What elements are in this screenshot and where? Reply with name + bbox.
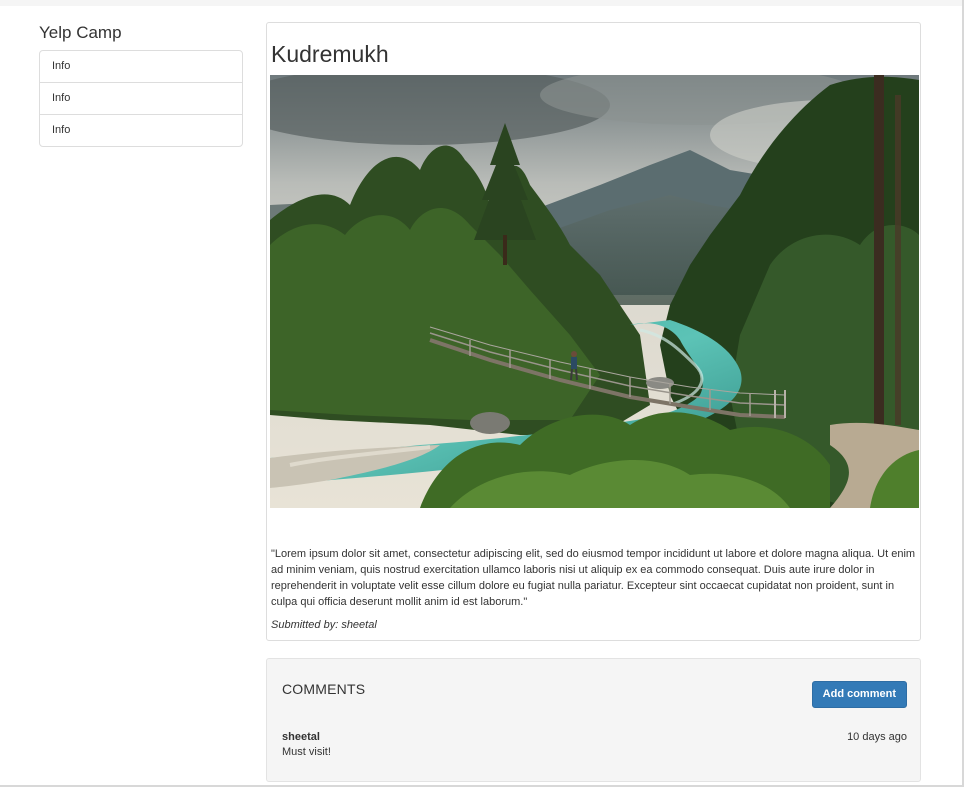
info-list: Info Info Info <box>39 50 243 147</box>
comments-section: COMMENTS Add comment sheetal 10 days ago… <box>266 658 921 782</box>
sidebar-item-info-3[interactable]: Info <box>40 114 242 146</box>
brand-title: Yelp Camp <box>39 23 122 42</box>
top-strip <box>0 0 964 6</box>
comment-timestamp: 10 days ago <box>847 731 907 743</box>
sidebar: Yelp Camp Info Info Info <box>39 22 243 147</box>
comments-heading: COMMENTS <box>282 681 366 697</box>
comment-text: Must visit! <box>282 746 331 758</box>
campground-card: Kudremukh "Lorem ipsum dolor sit amet, c… <box>266 22 921 641</box>
sidebar-item-info-1[interactable]: Info <box>40 51 242 82</box>
campground-photo <box>270 75 919 508</box>
sidebar-item-info-2[interactable]: Info <box>40 82 242 114</box>
submitted-by: Submitted by: sheetal <box>271 619 377 631</box>
comment-author: sheetal <box>282 731 320 743</box>
add-comment-button[interactable]: Add comment <box>811 681 907 708</box>
campground-title: Kudremukh <box>271 41 389 67</box>
campground-description: "Lorem ipsum dolor sit amet, consectetur… <box>271 548 916 608</box>
